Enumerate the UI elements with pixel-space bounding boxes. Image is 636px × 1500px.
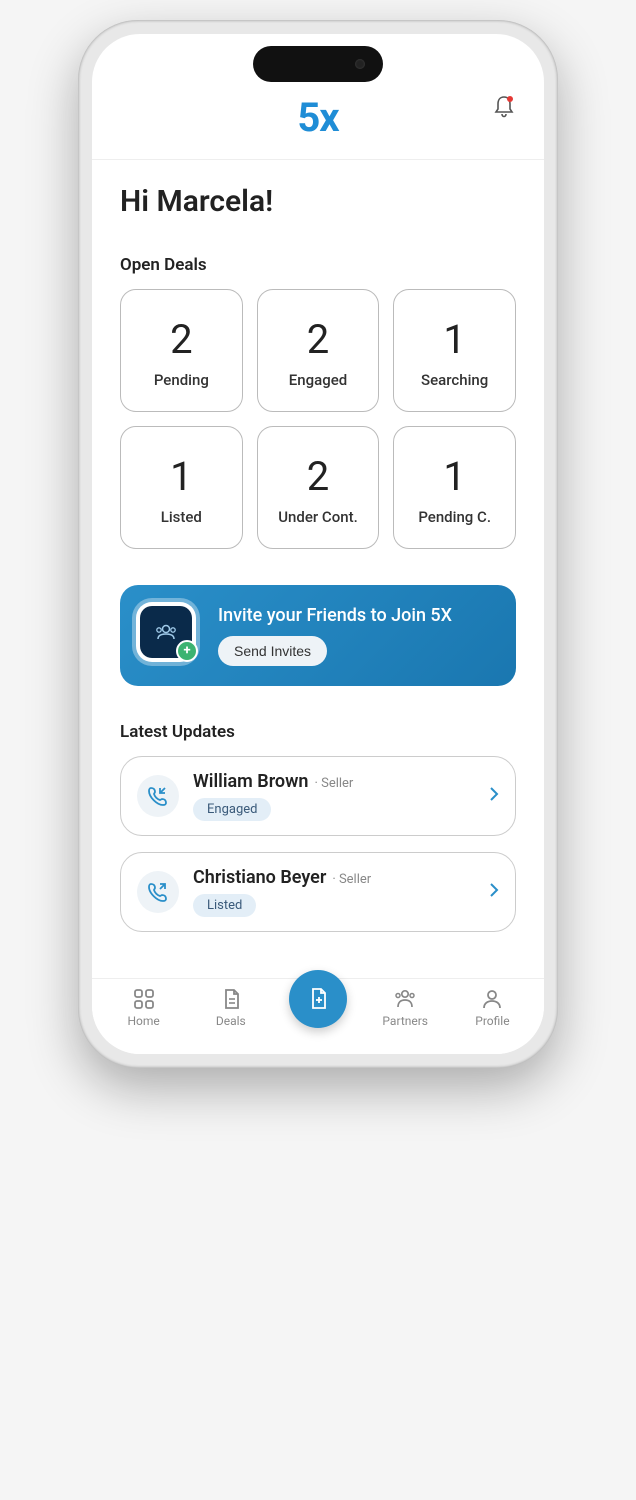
updates-list: William Brown · Seller Engaged bbox=[120, 756, 516, 932]
deal-count: 2 bbox=[268, 453, 369, 500]
tab-label: Deals bbox=[216, 1014, 246, 1028]
deal-label: Searching bbox=[404, 371, 505, 389]
update-name: William Brown bbox=[193, 771, 308, 792]
update-role: · Seller bbox=[314, 776, 353, 791]
bell-icon bbox=[492, 94, 516, 120]
chevron-right-icon bbox=[489, 786, 499, 806]
deal-label: Under Cont. bbox=[268, 508, 369, 526]
deal-card-listed[interactable]: 1 Listed bbox=[120, 426, 243, 549]
phone-screen: 5x Hi Marcela! Open Deals 2 Pending 2 bbox=[92, 34, 544, 1054]
deal-card-searching[interactable]: 1 Searching bbox=[393, 289, 516, 412]
document-plus-icon bbox=[305, 986, 331, 1012]
invite-title: Invite your Friends to Join 5X bbox=[218, 605, 496, 626]
phone-frame: 5x Hi Marcela! Open Deals 2 Pending 2 bbox=[78, 20, 558, 1068]
deal-label: Listed bbox=[131, 508, 232, 526]
deal-card-pending[interactable]: 2 Pending bbox=[120, 289, 243, 412]
invite-badge-icon bbox=[140, 606, 200, 666]
deal-count: 2 bbox=[131, 316, 232, 363]
deal-label: Engaged bbox=[268, 371, 369, 389]
latest-updates-title: Latest Updates bbox=[120, 722, 516, 742]
deal-count: 1 bbox=[131, 453, 232, 500]
deal-count: 1 bbox=[404, 316, 505, 363]
call-incoming-icon bbox=[137, 775, 179, 817]
deal-count: 1 bbox=[404, 453, 505, 500]
open-deals-title: Open Deals bbox=[120, 255, 516, 275]
update-role: · Seller bbox=[332, 872, 371, 887]
device-notch bbox=[253, 46, 383, 82]
tab-label: Home bbox=[127, 1014, 159, 1028]
chevron-right-icon bbox=[489, 882, 499, 902]
notifications-button[interactable] bbox=[492, 94, 516, 124]
bottom-tabbar: Home Deals bbox=[92, 978, 544, 1054]
main-content: Hi Marcela! Open Deals 2 Pending 2 Engag… bbox=[92, 160, 544, 1032]
tab-profile[interactable]: Profile bbox=[449, 987, 536, 1028]
add-fab-button[interactable] bbox=[289, 970, 347, 1028]
update-status-badge: Engaged bbox=[193, 798, 271, 821]
grid-icon bbox=[132, 987, 156, 1011]
tab-deals[interactable]: Deals bbox=[187, 987, 274, 1028]
send-invites-button[interactable]: Send Invites bbox=[218, 636, 327, 666]
update-name: Christiano Beyer bbox=[193, 867, 326, 888]
tab-add[interactable] bbox=[274, 998, 361, 1028]
invite-banner[interactable]: Invite your Friends to Join 5X Send Invi… bbox=[120, 585, 516, 686]
deal-label: Pending bbox=[131, 371, 232, 389]
tab-label: Profile bbox=[475, 1014, 509, 1028]
update-card[interactable]: Christiano Beyer · Seller Listed bbox=[120, 852, 516, 932]
open-deals-grid: 2 Pending 2 Engaged 1 Searching 1 Listed… bbox=[120, 289, 516, 549]
deal-card-engaged[interactable]: 2 Engaged bbox=[257, 289, 380, 412]
invite-text: Invite your Friends to Join 5X Send Invi… bbox=[218, 605, 496, 666]
tab-home[interactable]: Home bbox=[100, 987, 187, 1028]
update-card[interactable]: William Brown · Seller Engaged bbox=[120, 756, 516, 836]
greeting-text: Hi Marcela! bbox=[120, 184, 516, 219]
profile-icon bbox=[480, 987, 504, 1011]
document-icon bbox=[219, 987, 243, 1011]
app-logo: 5x bbox=[297, 94, 338, 141]
update-info: William Brown · Seller Engaged bbox=[193, 771, 475, 821]
tab-label: Partners bbox=[382, 1014, 428, 1028]
deal-card-under-contract[interactable]: 2 Under Cont. bbox=[257, 426, 380, 549]
deal-card-pending-c[interactable]: 1 Pending C. bbox=[393, 426, 516, 549]
update-info: Christiano Beyer · Seller Listed bbox=[193, 867, 475, 917]
people-icon bbox=[392, 987, 418, 1011]
tab-partners[interactable]: Partners bbox=[362, 987, 449, 1028]
deal-label: Pending C. bbox=[404, 508, 505, 526]
call-outgoing-icon bbox=[137, 871, 179, 913]
update-status-badge: Listed bbox=[193, 894, 256, 917]
deal-count: 2 bbox=[268, 316, 369, 363]
people-icon bbox=[153, 622, 179, 642]
